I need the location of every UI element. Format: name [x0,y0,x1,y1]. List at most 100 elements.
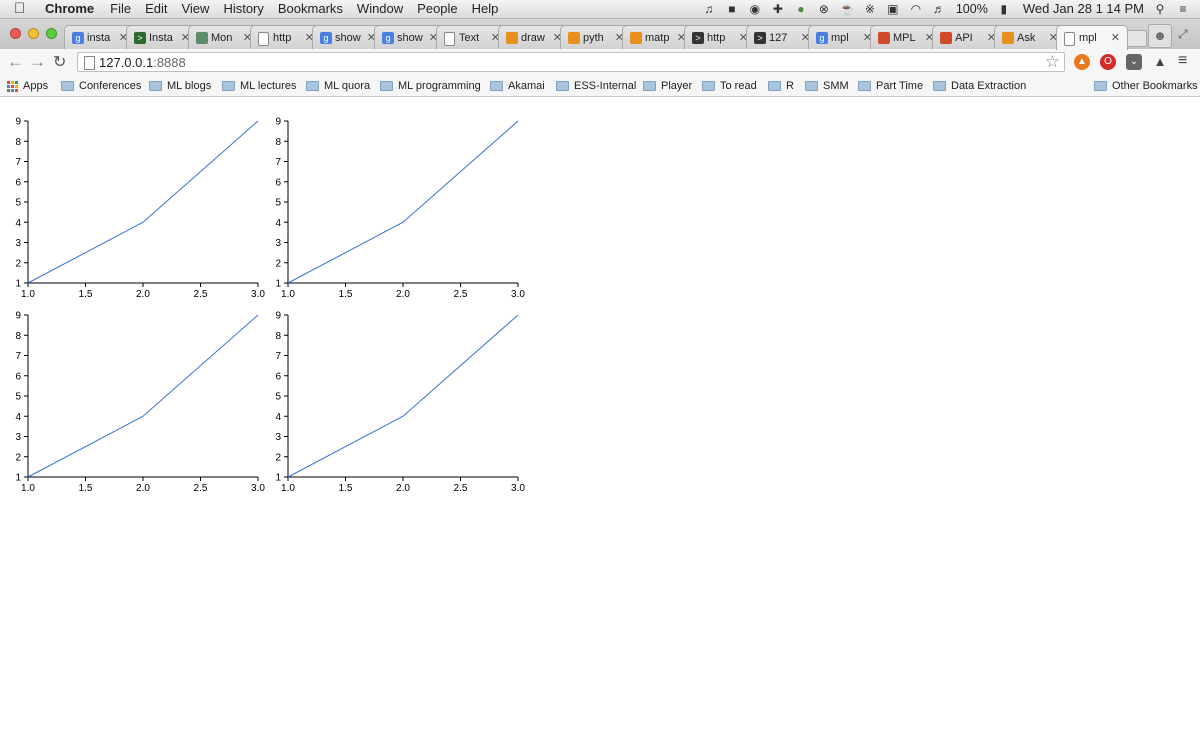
bookmark-folder[interactable]: ML quora [306,76,370,96]
tab-title: matp [645,32,670,44]
y-tick-label: 1 [275,473,281,484]
stackoverflow-icon [1002,32,1014,44]
bluetooth-icon[interactable]: ※ [863,0,877,18]
close-window-button[interactable] [10,28,21,39]
plus-cross-icon[interactable]: ✚ [771,0,785,18]
leaf-icon[interactable]: ● [794,0,808,18]
url-text[interactable]: 127.0.0.1:8888 [99,53,186,73]
menu-icon[interactable]: ≡ [1178,52,1187,70]
menu-history[interactable]: History [223,0,263,18]
bookmark-label: SMM [823,80,849,92]
terminal-icon: > [754,32,766,44]
zoom-window-button[interactable] [46,28,57,39]
series-line [27,120,259,284]
menu-window[interactable]: Window [357,0,403,18]
tab-title: Text [459,32,480,44]
y-tick-label: 4 [275,218,281,229]
folder-icon [933,81,946,91]
bookmark-folder[interactable]: Part Time [858,76,923,96]
search-icon[interactable]: ⚲ [1153,0,1167,18]
forward-arrow-icon[interactable]: → [29,52,46,72]
graduation-cap-icon[interactable]: ▲ [1152,54,1168,70]
bookmark-folder[interactable]: ML lectures [222,76,296,96]
bookmark-label: Conferences [79,80,142,92]
bookmark-folder[interactable]: R [768,76,794,96]
bookmark-folder[interactable]: Player [643,76,692,96]
bookmark-star-icon[interactable]: ☆ [1045,52,1060,72]
bookmark-apps[interactable]: Apps [7,76,48,96]
folder-icon [61,81,74,91]
y-tick-label: 9 [275,117,281,128]
fire-extension-icon[interactable]: ▲ [1074,54,1090,70]
y-tick-label: 6 [275,371,281,382]
menu-file[interactable]: File [110,0,131,18]
close-circle-icon[interactable]: ⊗ [817,0,831,18]
reload-icon[interactable]: ↻ [53,52,66,72]
bookmark-label: To read [720,80,757,92]
bookmark-folder[interactable]: Data Extraction [933,76,1026,96]
y-tick-label: 9 [15,117,21,128]
tab-title: Insta [149,32,173,44]
bookmark-label: ML programming [398,80,481,92]
bookmark-label: Apps [23,80,49,92]
bookmark-folder[interactable]: Akamai [490,76,545,96]
folder-icon [858,81,871,91]
stackoverflow-icon [506,32,518,44]
pocket-extension-icon[interactable]: ⌄ [1126,54,1142,70]
y-tick-label: 2 [15,452,21,463]
menu-view[interactable]: View [181,0,209,18]
alien-icon[interactable]: ◉ [748,0,762,18]
x-tick-label: 1.0 [281,483,295,494]
clock[interactable]: Wed Jan 28 1 14 PM [1023,0,1144,18]
menu-edit[interactable]: Edit [145,0,167,18]
tab-16[interactable]: mpl ✕ [1056,25,1128,50]
x-tick-label: 2.0 [396,483,410,494]
bookmark-other[interactable]: Other Bookmarks [1094,76,1198,96]
bookmark-folder[interactable]: SMM [805,76,849,96]
series-line [287,120,519,284]
bookmark-folder[interactable]: Conferences [61,76,141,96]
coffee-icon[interactable]: ☕ [840,0,855,18]
lock-icon[interactable]: ▣ [886,0,900,18]
menu-bookmarks[interactable]: Bookmarks [278,0,343,18]
menu-help[interactable]: Help [472,0,499,18]
bell-icon[interactable]: ♫ [702,0,716,18]
wifi-icon[interactable]: ◠ [909,0,923,18]
folder-icon [490,81,503,91]
page-icon [1064,32,1075,46]
evernote-icon[interactable]: ■ [725,0,739,18]
bookmark-folder[interactable]: ML blogs [149,76,211,96]
menu-chrome[interactable]: Chrome [45,0,94,18]
bookmark-folder[interactable]: ML programming [380,76,481,96]
tab-title: Ask [1017,32,1036,44]
bookmark-folder[interactable]: To read [702,76,757,96]
line-chart: 1234567891.0 1.5 2.0 2.5 3.0 [15,311,265,495]
diamond-icon [196,32,208,44]
folder-icon [805,81,818,91]
bars-icon [878,32,890,44]
tab-close-icon[interactable]: ✕ [1111,26,1120,50]
x-tick-label: 3.0 [511,483,525,494]
list-icon[interactable]: ≡ [1176,0,1190,18]
minimize-window-button[interactable] [28,28,39,39]
stackoverflow-icon [630,32,642,44]
apple-icon[interactable]:  [14,0,25,18]
back-arrow-icon[interactable]: ← [7,52,24,72]
page-icon [258,32,269,46]
volume-icon[interactable]: ♬ [932,0,946,18]
address-bar[interactable]: 127.0.0.1:8888 ☆ [77,52,1065,72]
bookmark-folder[interactable]: ESS-Internal [556,76,636,96]
opera-extension-icon[interactable]: O [1100,54,1116,70]
y-tick-label: 7 [275,351,281,362]
y-tick-label: 1 [275,279,281,290]
profile-icon[interactable]: ☻ [1148,24,1172,48]
terminal-icon: > [692,32,704,44]
fullscreen-icon[interactable]: ⤢ [1178,27,1188,42]
battery-icon[interactable]: ▮ [997,0,1011,18]
series-line [287,314,519,478]
url-port: :8888 [153,55,186,70]
menu-people[interactable]: People [417,0,457,18]
browser-toolbar: ← → ↻ 127.0.0.1:8888 ☆ ▲ O ⌄ ▲ ≡ [0,49,1200,76]
page-icon [84,56,95,70]
tab-title: 127 [769,32,788,44]
